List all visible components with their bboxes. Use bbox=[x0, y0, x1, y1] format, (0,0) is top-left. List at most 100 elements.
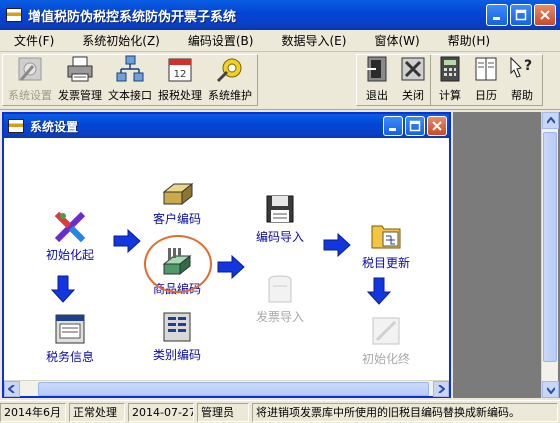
invoice-management-label: 发票管理 bbox=[58, 89, 102, 102]
tax-update-label: 税目更新 bbox=[362, 256, 411, 270]
menu-code-settings[interactable]: 编码设置(B) bbox=[188, 32, 254, 49]
arrow-right-icon bbox=[113, 228, 141, 254]
code-import-node[interactable]: 编码导入 bbox=[256, 192, 304, 245]
exit-label: 退出 bbox=[366, 89, 388, 102]
exit-door-icon bbox=[366, 56, 387, 82]
tax-info-icon bbox=[55, 314, 85, 344]
calculator-label: 计算 bbox=[439, 89, 461, 102]
close-tool-label: 关闭 bbox=[402, 89, 424, 102]
customer-code-node[interactable]: 客户编码 bbox=[153, 174, 201, 227]
child-app-icon bbox=[8, 119, 24, 133]
tax-update-icon bbox=[371, 225, 401, 249]
calculator-icon bbox=[440, 56, 460, 82]
tax-info-label: 税务信息 bbox=[46, 350, 95, 364]
minimize-icon bbox=[389, 128, 396, 131]
child-minimize-button[interactable] bbox=[383, 116, 403, 136]
arrow-down-icon bbox=[50, 275, 76, 303]
system-maintenance-button[interactable]: 系统维护 bbox=[206, 55, 254, 105]
close-button[interactable] bbox=[534, 4, 556, 26]
menu-help[interactable]: 帮助(H) bbox=[448, 32, 490, 49]
close-tool-button[interactable]: 关闭 bbox=[396, 55, 431, 105]
menu-file[interactable]: 文件(F) bbox=[14, 32, 54, 49]
tax-report-label: 报税处理 bbox=[158, 89, 202, 102]
toolbar: 系统设置 发票管理 文本接口 12 报税处理 系统维护 退出 关闭 计算 日历 … bbox=[0, 52, 560, 110]
scroll-down-button[interactable] bbox=[542, 381, 559, 398]
scroll-left-button[interactable] bbox=[4, 380, 20, 397]
scroll-right-button[interactable] bbox=[433, 380, 449, 397]
arrow-right-icon bbox=[217, 254, 245, 280]
init-end-label: 初始化终 bbox=[362, 352, 411, 366]
calendar-label: 日历 bbox=[475, 89, 497, 102]
customer-code-label: 客户编码 bbox=[153, 212, 202, 226]
init-end-node: 初始化终 bbox=[362, 314, 410, 367]
printer-icon bbox=[67, 56, 93, 82]
vertical-scrollbar[interactable] bbox=[541, 112, 559, 398]
chevron-left-icon bbox=[8, 384, 15, 393]
menu-system-init[interactable]: 系统初始化(Z) bbox=[82, 32, 160, 49]
init-start-label: 初始化起 bbox=[46, 248, 95, 262]
system-maintenance-label: 系统维护 bbox=[208, 89, 252, 102]
category-code-node[interactable]: 类别编码 bbox=[153, 310, 201, 363]
status-bar: 2014年6月 正常处理 2014-07-27 管理员 将进销项发票库中所使用的… bbox=[0, 400, 560, 423]
horizontal-scroll-track[interactable] bbox=[20, 381, 433, 397]
help-button[interactable]: ? 帮助 bbox=[505, 55, 539, 105]
status-mode: 正常处理 bbox=[69, 402, 125, 422]
invoice-management-button[interactable]: 发票管理 bbox=[56, 55, 104, 105]
arrow-down-icon bbox=[366, 277, 392, 305]
horizontal-scrollbar[interactable] bbox=[4, 380, 449, 397]
chevron-down-icon bbox=[546, 386, 555, 394]
menu-data-import[interactable]: 数据导入(E) bbox=[281, 32, 346, 49]
arrow-right-icon bbox=[323, 232, 351, 258]
system-settings-label: 系统设置 bbox=[8, 89, 52, 102]
app-icon bbox=[6, 8, 22, 22]
child-close-button[interactable] bbox=[427, 116, 447, 136]
minimize-icon bbox=[493, 17, 500, 20]
menu-window[interactable]: 窗体(W) bbox=[374, 32, 419, 49]
invoice-import-icon bbox=[268, 275, 292, 303]
customer-code-icon bbox=[162, 182, 194, 206]
floppy-disk-icon bbox=[266, 195, 294, 223]
maximize-icon bbox=[409, 120, 421, 132]
tax-report-button[interactable]: 12 报税处理 bbox=[156, 55, 204, 105]
exit-button[interactable]: 退出 bbox=[360, 55, 394, 105]
setup-flow-diagram: 初始化起 税务信息 客户编码 商品编码 类别编码 编码导入 发票导入 税目更新 … bbox=[4, 138, 449, 372]
tax-update-node[interactable]: 税目更新 bbox=[362, 218, 410, 271]
calendar-button[interactable]: 日历 bbox=[469, 55, 503, 105]
selected-step-highlight bbox=[144, 235, 212, 293]
svg-text:?: ? bbox=[524, 58, 532, 74]
minimize-button[interactable] bbox=[486, 4, 508, 26]
menu-bar: 文件(F) 系统初始化(Z) 编码设置(B) 数据导入(E) 窗体(W) 帮助(… bbox=[0, 30, 560, 52]
system-settings-button[interactable]: 系统设置 bbox=[6, 55, 54, 105]
toolbar-group-window: 退出 关闭 计算 日历 ? 帮助 bbox=[356, 54, 543, 106]
category-code-label: 类别编码 bbox=[153, 348, 202, 362]
network-icon bbox=[116, 55, 144, 82]
svg-text:12: 12 bbox=[174, 69, 187, 80]
vertical-scroll-thumb[interactable] bbox=[543, 132, 557, 362]
text-interface-button[interactable]: 文本接口 bbox=[106, 55, 154, 105]
child-title-bar[interactable]: 系统设置 bbox=[4, 114, 449, 138]
calculator-button[interactable]: 计算 bbox=[433, 55, 467, 105]
wrench-disk-icon bbox=[18, 57, 42, 81]
app-title-bar[interactable]: 增值税防伪税控系统防伪开票子系统 bbox=[0, 0, 560, 30]
status-date: 2014-07-27 bbox=[128, 402, 194, 422]
init-start-node[interactable]: 初始化起 bbox=[46, 210, 94, 263]
help-label: 帮助 bbox=[511, 89, 533, 102]
horizontal-scroll-thumb[interactable] bbox=[38, 381, 429, 396]
category-code-icon bbox=[163, 312, 191, 342]
child-title: 系统设置 bbox=[30, 119, 79, 134]
status-period: 2014年6月 bbox=[0, 402, 66, 422]
close-tools-icon bbox=[401, 57, 425, 81]
init-end-icon bbox=[372, 317, 400, 345]
calendar-book-icon bbox=[475, 57, 497, 81]
calendar-icon: 12 bbox=[168, 58, 192, 82]
child-maximize-button[interactable] bbox=[405, 116, 425, 136]
invoice-import-label: 发票导入 bbox=[256, 310, 305, 324]
text-interface-label: 文本接口 bbox=[108, 89, 152, 102]
toolbar-group-main: 系统设置 发票管理 文本接口 12 报税处理 系统维护 bbox=[2, 54, 258, 106]
maximize-button[interactable] bbox=[510, 4, 532, 26]
tax-info-node[interactable]: 税务信息 bbox=[46, 312, 94, 365]
status-user: 管理员 bbox=[197, 402, 249, 422]
system-settings-window: 系统设置 初始化起 税务信息 客户编码 商品编码 类别编码 编码导入 发票导入 … bbox=[2, 112, 451, 398]
scroll-up-button[interactable] bbox=[542, 112, 559, 129]
close-icon bbox=[540, 10, 550, 20]
